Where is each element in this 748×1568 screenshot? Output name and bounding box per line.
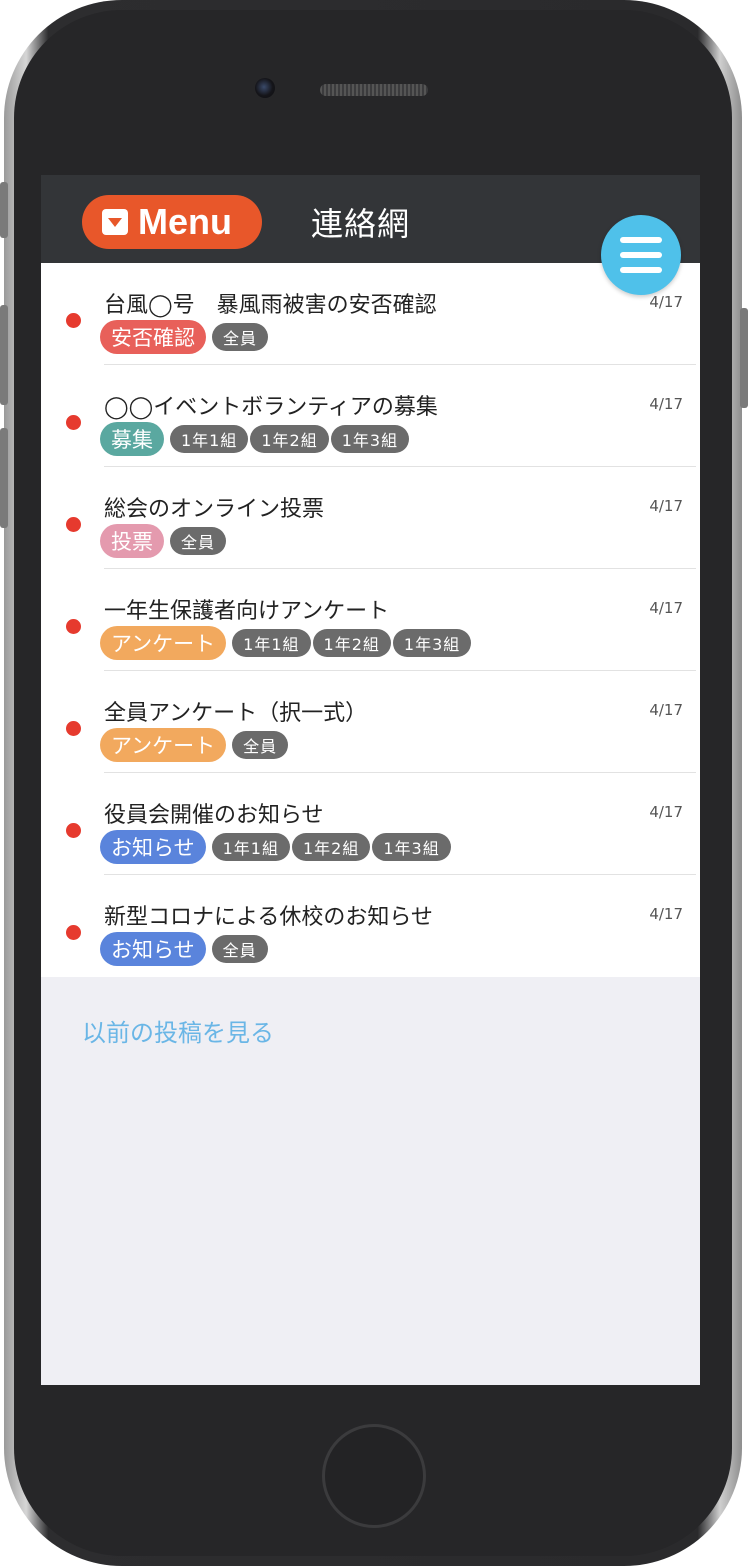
post-date: 4/17 xyxy=(649,293,683,311)
post-tags: アンケート 1年1組 1年2組 1年3組 xyxy=(100,626,473,660)
post-title: 台風◯号 暴風雨被害の安否確認 xyxy=(104,293,437,318)
post-title: 新型コロナによる休校のお知らせ xyxy=(104,905,433,930)
home-button[interactable] xyxy=(322,1424,426,1528)
post-title: 一年生保護者向けアンケート xyxy=(104,599,390,624)
mute-switch xyxy=(0,182,8,238)
unread-dot-icon xyxy=(66,619,81,634)
post-tags: お知らせ 全員 xyxy=(100,932,270,966)
post-list-item[interactable]: ◯◯イベントボランティアの募集 4/17 募集 1年1組 1年2組 1年3組 xyxy=(41,365,700,467)
unread-dot-icon xyxy=(66,415,81,430)
audience-badge: 1年3組 xyxy=(372,833,451,861)
post-title: 全員アンケート（択一式） xyxy=(104,701,368,726)
menu-button-label: Menu xyxy=(138,201,232,242)
post-tags: 投票 全員 xyxy=(100,524,228,558)
unread-dot-icon xyxy=(66,517,81,532)
volume-up-button xyxy=(0,305,8,405)
post-title: 総会のオンライン投票 xyxy=(104,497,325,522)
category-badge: アンケート xyxy=(100,728,227,762)
post-list-item[interactable]: 総会のオンライン投票 4/17 投票 全員 xyxy=(41,467,700,569)
category-badge: お知らせ xyxy=(100,932,206,966)
audience-badge: 全員 xyxy=(170,527,227,555)
category-badge: 投票 xyxy=(100,524,164,558)
post-date: 4/17 xyxy=(649,701,683,719)
menu-button[interactable]: Menu xyxy=(82,195,262,249)
app-screen: Menu 連絡網 台風◯号 暴風雨被害の安否確認 4/17 安否確認 全員 ◯◯イベント… xyxy=(41,175,700,1385)
volume-down-button xyxy=(0,428,8,528)
post-date: 4/17 xyxy=(649,905,683,923)
front-camera-icon xyxy=(255,78,275,98)
power-button xyxy=(740,308,748,408)
audience-badge: 1年1組 xyxy=(232,629,311,657)
category-badge: お知らせ xyxy=(100,830,206,864)
post-date: 4/17 xyxy=(649,599,683,617)
load-older-posts-link[interactable]: 以前の投稿を見る xyxy=(82,1013,274,1048)
post-date: 4/17 xyxy=(649,395,683,413)
category-badge: 募集 xyxy=(100,422,164,456)
audience-badge: 1年3組 xyxy=(330,425,410,453)
post-list: 台風◯号 暴風雨被害の安否確認 4/17 安否確認 全員 ◯◯イベントボランティアの募集… xyxy=(41,263,700,977)
post-list-item[interactable]: 全員アンケート（択一式） 4/17 アンケート 全員 xyxy=(41,671,700,773)
post-tags: 安否確認 全員 xyxy=(100,320,270,354)
audience-badge: 全員 xyxy=(212,323,269,351)
audience-badge: 1年3組 xyxy=(392,629,472,657)
audience-badge: 1年2組 xyxy=(312,629,391,657)
unread-dot-icon xyxy=(66,721,81,736)
speaker-grille xyxy=(320,84,428,96)
post-tags: 募集 1年1組 1年2組 1年3組 xyxy=(100,422,411,456)
post-title: 役員会開催のお知らせ xyxy=(104,803,324,828)
unread-dot-icon xyxy=(66,823,81,838)
post-list-item[interactable]: 一年生保護者向けアンケート 4/17 アンケート 1年1組 1年2組 1年3組 xyxy=(41,569,700,671)
category-badge: アンケート xyxy=(100,626,227,660)
post-tags: アンケート 全員 xyxy=(100,728,290,762)
audience-badge: 1年2組 xyxy=(250,425,329,453)
dropdown-arrow-icon xyxy=(102,209,128,235)
hamburger-menu-icon[interactable] xyxy=(601,215,681,295)
post-list-item[interactable]: 台風◯号 暴風雨被害の安否確認 4/17 安否確認 全員 xyxy=(41,263,700,365)
post-title: ◯◯イベントボランティアの募集 xyxy=(104,395,438,420)
post-date: 4/17 xyxy=(649,803,683,821)
audience-badge: 1年2組 xyxy=(291,833,371,861)
category-badge: 安否確認 xyxy=(100,320,206,354)
post-list-item[interactable]: 役員会開催のお知らせ 4/17 お知らせ 1年1組 1年2組 1年3組 xyxy=(41,773,700,875)
post-list-item[interactable]: 新型コロナによる休校のお知らせ 4/17 お知らせ 全員 xyxy=(41,875,700,977)
post-date: 4/17 xyxy=(649,497,683,515)
audience-badge: 1年1組 xyxy=(170,425,249,453)
unread-dot-icon xyxy=(66,313,81,328)
audience-badge: 全員 xyxy=(232,731,289,759)
post-tags: お知らせ 1年1組 1年2組 1年3組 xyxy=(100,830,453,864)
audience-badge: 1年1組 xyxy=(211,833,290,861)
page-title: 連絡網 xyxy=(311,205,411,243)
audience-badge: 全員 xyxy=(211,935,268,963)
unread-dot-icon xyxy=(66,925,81,940)
